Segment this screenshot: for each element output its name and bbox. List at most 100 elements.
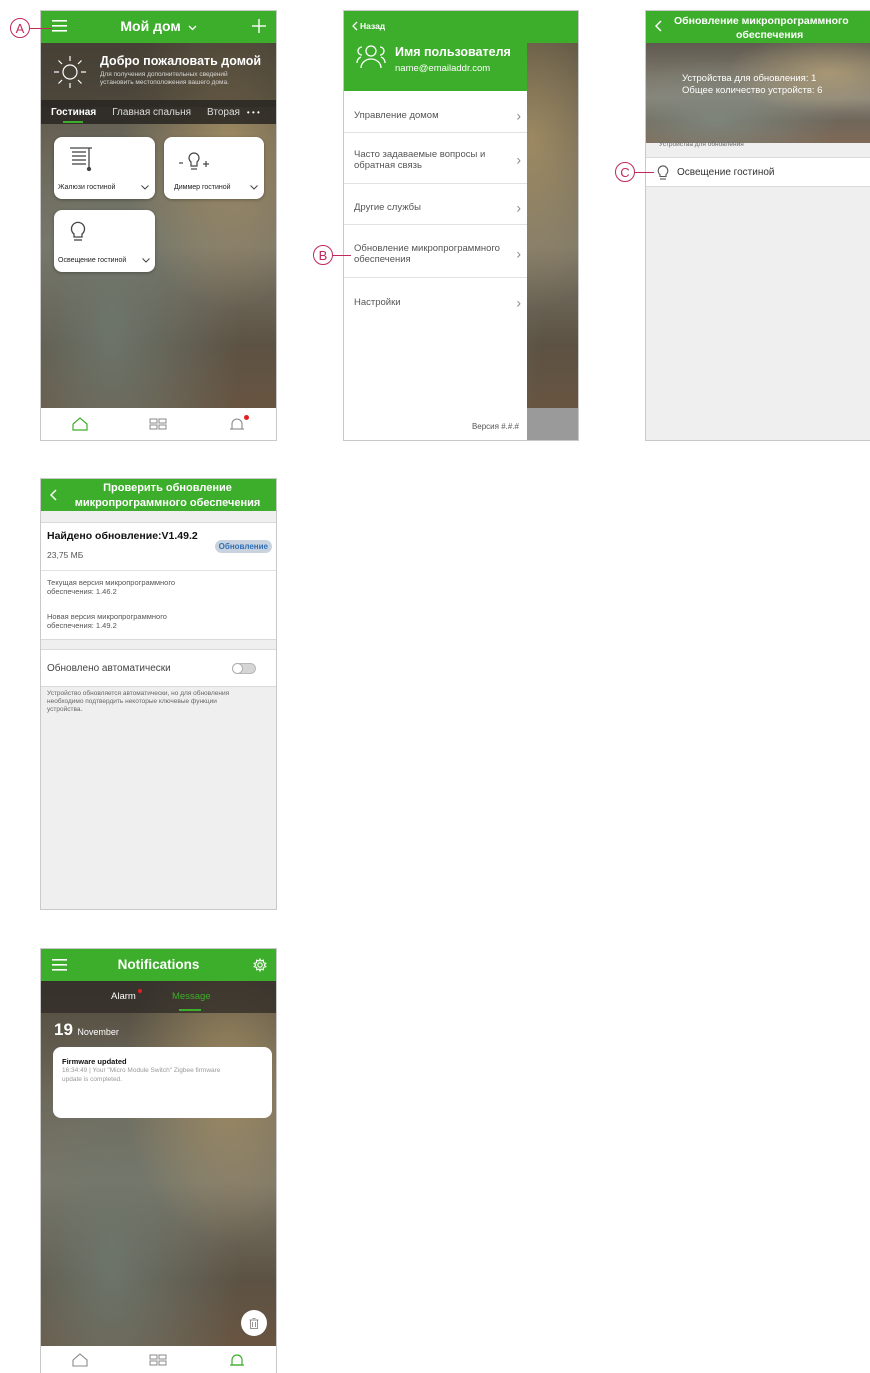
alert-dot (137, 989, 142, 993)
menu-item-firmware-update[interactable]: Обновление микропрограммного обеспечения… (354, 243, 521, 265)
divider (41, 570, 276, 571)
welcome-subtitle-1: Для получения дополнительных сведений (100, 71, 228, 78)
chevron-down-icon[interactable] (142, 258, 150, 263)
auto-update-row: Обновлено автоматически (41, 649, 276, 687)
tile-label-dimmer: Диммер гостиной (174, 184, 231, 191)
new-version-2: обеспечения: 1.49.2 (47, 621, 117, 630)
new-version-1: Новая версия микропрограммного (47, 612, 167, 621)
chevron-right-icon: › (516, 107, 521, 123)
notification-card[interactable]: Firmware updated 16:34:49 | Your "Micro … (53, 1047, 272, 1118)
tab-second-room[interactable]: Вторая (207, 107, 240, 118)
update-size: 23,75 МБ (47, 550, 84, 560)
fw-list-banner: Устройства для обновления: 1 Общее колич… (646, 43, 870, 143)
callout-c: C (615, 162, 635, 182)
dimmer-icon (178, 148, 212, 172)
menu-item-other-services[interactable]: Другие службы › (354, 199, 521, 215)
total-devices-count: Общее количество устройств: 6 (682, 85, 823, 96)
alert-dot (243, 415, 249, 420)
back-button[interactable]: Назад (352, 21, 385, 31)
menu-item-settings[interactable]: Настройки › (354, 294, 521, 310)
auto-update-note-1: Устройство обновляется автоматически, но… (47, 690, 230, 697)
active-tab-indicator (63, 121, 83, 123)
devices-to-update-count: Устройства для обновления: 1 (682, 73, 817, 84)
alarm-bell-icon[interactable] (228, 1353, 246, 1367)
auto-update-toggle[interactable] (232, 663, 256, 674)
tab-alarm[interactable]: Alarm (111, 989, 142, 1002)
fw-list-header: Обновление микропрограммного обеспечения (646, 11, 870, 43)
notification-title: Firmware updated (62, 1057, 127, 1066)
check-title-1: Проверить обновление (103, 482, 232, 494)
notification-tabs: Alarm Message (41, 981, 276, 1013)
device-tile-dimmer[interactable]: Диммер гостиной (164, 137, 264, 199)
callout-a: A (10, 18, 30, 38)
dimmed-tabbar (527, 408, 578, 440)
device-row-living-room-light[interactable]: Освещение гостиной › (646, 157, 870, 187)
date-day: 19 (54, 1020, 73, 1039)
back-label: Назад (360, 21, 386, 31)
tab-master-bedroom[interactable]: Главная спальня (112, 107, 191, 118)
sun-icon (53, 55, 87, 89)
add-icon[interactable] (251, 18, 267, 34)
chevron-right-icon: › (516, 151, 521, 168)
dimmed-home-header (527, 11, 578, 43)
current-version-2: обеспечения: 1.46.2 (47, 587, 117, 596)
menu-item-faq[interactable]: Часто задаваемые вопросы и обратная связ… (354, 149, 521, 171)
menu-header: Назад Имя пользователя name@emailaddr.co… (344, 11, 527, 91)
home-icon[interactable] (71, 417, 88, 431)
fw-list-title-2: обеспечения (736, 29, 804, 41)
update-found-card: Найдено обновление:V1.49.2 23,75 МБ Обно… (41, 522, 276, 640)
notifications-header: Notifications (41, 949, 276, 981)
device-tile-light[interactable]: Освещение гостиной (54, 210, 155, 272)
auto-update-note-3: устройства. (47, 706, 83, 713)
section-header: Устройства для обновления (659, 141, 744, 148)
update-button[interactable]: Обновление (214, 540, 272, 553)
trash-icon (249, 1317, 259, 1329)
alarm-bell-icon[interactable] (228, 415, 249, 431)
home-screen: Мой дом Добро пожаловать домой Для получ… (40, 10, 277, 441)
tile-label-light: Освещение гостиной (58, 257, 127, 264)
menu-item-label: Управление домом (354, 110, 439, 121)
devices-grid-icon[interactable] (149, 418, 167, 430)
chevron-down-icon[interactable] (141, 185, 149, 190)
menu-item-label: Обновление микропрограммного (354, 243, 500, 254)
update-found-title: Найдено обновление:V1.49.2 (47, 530, 198, 542)
chevron-right-icon: › (516, 294, 521, 310)
chevron-left-icon[interactable] (655, 20, 662, 32)
date-month: November (77, 1027, 119, 1037)
menu-item-label: обеспечения (354, 254, 411, 265)
tab-message[interactable]: Message (172, 991, 211, 1002)
welcome-title: Добро пожаловать домой (100, 54, 262, 68)
device-tile-blinds[interactable]: Жалюзи гостиной (54, 137, 155, 199)
welcome-subtitle-2: установить местоположения вашего дома. (100, 79, 229, 86)
more-tabs-icon[interactable]: • • • (247, 108, 260, 117)
devices-grid-icon[interactable] (149, 1354, 167, 1366)
active-tab-indicator (179, 1009, 201, 1011)
side-menu-screen: Назад Имя пользователя name@emailaddr.co… (343, 10, 579, 441)
chevron-down-icon (188, 25, 197, 31)
menu-item-home-management[interactable]: Управление домом › (354, 107, 521, 123)
home-icon[interactable] (71, 1352, 88, 1367)
check-title-2: микропрограммного обеспечения (74, 497, 261, 509)
side-menu: Назад Имя пользователя name@emailaddr.co… (344, 11, 527, 440)
callout-a-line (30, 28, 52, 29)
users-icon (356, 43, 386, 69)
toggle-knob (232, 663, 243, 674)
auto-update-note-2: необходимо подтвердить некоторые ключевы… (47, 698, 217, 705)
device-name: Освещение гостиной (677, 167, 775, 178)
user-email: name@emailaddr.com (395, 63, 491, 74)
home-selector[interactable]: Мой дом (41, 18, 276, 34)
firmware-list-screen: Обновление микропрограммного обеспечения… (645, 10, 870, 441)
chevron-right-icon: › (516, 199, 521, 215)
tab-living-room[interactable]: Гостиная (51, 107, 96, 118)
app-version: Версия #.#.# (471, 422, 519, 431)
delete-button[interactable] (241, 1310, 267, 1336)
user-name: Имя пользователя (395, 45, 511, 59)
chevron-down-icon[interactable] (250, 185, 258, 190)
lightbulb-icon (70, 219, 86, 243)
gear-icon[interactable] (253, 958, 267, 972)
lightbulb-icon (657, 164, 669, 181)
bottom-tab-bar (41, 408, 276, 440)
tile-label-blinds: Жалюзи гостиной (58, 184, 116, 191)
home-title: Мой дом (120, 18, 181, 34)
notification-body-2: update is completed. (62, 1076, 122, 1083)
